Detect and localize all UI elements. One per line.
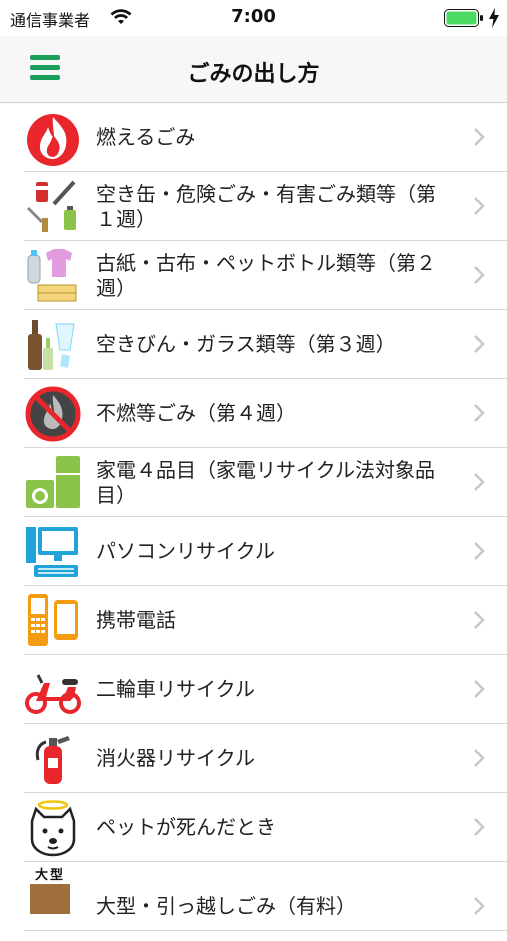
status-time: 7:00	[231, 6, 276, 27]
chevron-right-icon	[474, 818, 485, 836]
list-item-pet-death[interactable]: ペットが死んだとき	[0, 793, 507, 862]
list-item-bottles-glass[interactable]: 空きびん・ガラス類等（第３週）	[0, 310, 507, 379]
fire-icon	[27, 114, 79, 166]
status-bar: 通信事業者 7:00	[0, 0, 507, 36]
chevron-right-icon	[474, 128, 485, 146]
chevron-right-icon	[474, 611, 485, 629]
garbage-category-list: 燃えるごみ 空き缶・危険ごみ・有害ごみ類等（第１週） 古紙・古布・ペットボトル類…	[0, 103, 507, 931]
chevron-right-icon	[474, 404, 485, 422]
list-item-label: 空きびん・ガラス類等（第３週）	[96, 332, 396, 356]
list-item-fire-extinguisher[interactable]: 消火器リサイクル	[0, 724, 507, 793]
appliances-icon	[26, 456, 80, 508]
chevron-right-icon	[474, 335, 485, 353]
list-item-computer-recycling[interactable]: パソコンリサイクル	[0, 517, 507, 586]
list-item-label: パソコンリサイクル	[96, 539, 275, 563]
list-item-burnable[interactable]: 燃えるごみ	[0, 103, 507, 172]
list-item-motorcycle-recycling[interactable]: 二輪車リサイクル	[0, 655, 507, 724]
page-title: ごみの出し方	[187, 62, 320, 87]
list-item-appliances[interactable]: 家電４品目（家電リサイクル法対象品目）	[0, 448, 507, 517]
charging-bolt-icon	[489, 8, 499, 28]
large-items-icon: 大型	[24, 868, 82, 926]
paper-cloth-bottle-icon	[27, 249, 77, 302]
list-item-label: 燃えるごみ	[96, 125, 196, 149]
bottles-glass-icon	[28, 320, 75, 370]
list-item-mobile-phone[interactable]: 携帯電話	[0, 586, 507, 655]
list-item-label: 携帯電話	[96, 608, 176, 632]
scooter-icon	[25, 674, 81, 714]
chevron-right-icon	[474, 680, 485, 698]
large-items-icon-text: 大型	[34, 868, 65, 883]
list-item-large-moving-waste[interactable]: 大型 大型・引っ越しごみ（有料）	[0, 862, 507, 931]
fire-extinguisher-icon	[35, 736, 70, 784]
list-item-label: 大型・引っ越しごみ（有料）	[96, 894, 356, 918]
chevron-right-icon	[474, 197, 485, 215]
chevron-right-icon	[474, 473, 485, 491]
list-item-paper-cloth-bottles[interactable]: 古紙・古布・ペットボトル類等（第２週）	[0, 241, 507, 310]
chevron-right-icon	[474, 542, 485, 560]
chevron-right-icon	[474, 266, 485, 284]
list-item-label: 不燃等ごみ（第４週）	[96, 401, 296, 425]
chevron-right-icon	[474, 749, 485, 767]
list-item-label: 空き缶・危険ごみ・有害ごみ類等（第１週）	[96, 181, 436, 231]
chevron-right-icon	[474, 897, 485, 915]
list-item-label: 古紙・古布・ペットボトル類等（第２週）	[96, 250, 436, 300]
list-item-label: 消火器リサイクル	[96, 746, 255, 770]
non-burnable-icon	[25, 386, 81, 442]
list-item-cans-hazardous[interactable]: 空き缶・危険ごみ・有害ごみ類等（第１週）	[0, 172, 507, 241]
list-item-non-burnable[interactable]: 不燃等ごみ（第４週）	[0, 379, 507, 448]
list-item-label: 家電４品目（家電リサイクル法対象品目）	[96, 457, 435, 507]
mobile-phone-icon	[28, 594, 78, 646]
list-item-label: 二輪車リサイクル	[96, 677, 255, 701]
navigation-bar: ごみの出し方	[0, 36, 507, 103]
cans-hazard-icon	[26, 180, 76, 232]
computer-icon	[26, 527, 78, 577]
battery-icon	[444, 9, 483, 27]
pet-dog-icon	[30, 800, 76, 857]
list-item-label: ペットが死んだとき	[96, 815, 276, 839]
